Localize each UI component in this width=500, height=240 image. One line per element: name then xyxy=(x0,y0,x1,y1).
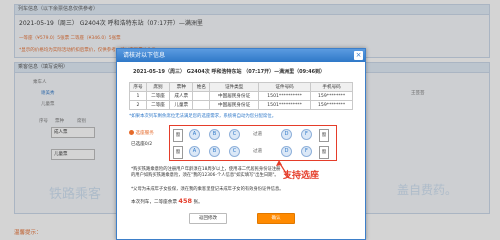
annotation-text: 支持选座 xyxy=(283,171,320,181)
ticket-count: 458 xyxy=(178,197,192,205)
table-header-row: 序号 席别 票种 姓名 证件类型 证件号码 手机号码 xyxy=(129,82,353,92)
table-cell: 159******** xyxy=(310,100,353,110)
table-cell xyxy=(192,91,211,101)
seat-select-label: 选座服务 xyxy=(129,130,154,136)
selected-count: 已选座0/2 xyxy=(131,142,153,147)
column-header: 票种 xyxy=(169,82,194,92)
table-cell: 中国居民身份证 xyxy=(209,91,259,101)
table-cell: 159******** xyxy=(310,91,353,101)
column-header: 证件号码 xyxy=(257,82,312,92)
close-icon[interactable]: × xyxy=(354,51,363,60)
table-cell: 1501********** xyxy=(257,91,312,101)
column-header: 序号 xyxy=(129,82,147,92)
ticket-remaining: 本次列车，二等座余票 458 张。 xyxy=(131,197,203,205)
table-cell: 1501********** xyxy=(257,100,312,110)
dialog-title-bar: 请核对以下信息 × xyxy=(117,49,365,62)
notice-minor: *父母为未成年子女投保，须在我的乘客里登记未成年子女的有效身份证件信息。 xyxy=(131,187,284,192)
table-cell: 二等座 xyxy=(145,100,171,110)
table-cell xyxy=(192,100,211,110)
table-cell: 中国居民身份证 xyxy=(209,100,259,110)
table-cell: 2 xyxy=(129,100,147,110)
seat-icon xyxy=(129,130,134,135)
table-cell: 1 xyxy=(129,91,147,101)
seat-hint: *如果本次列车剩余席位无法满足您的选座需求，系统将自动为您分配席位。 xyxy=(129,114,277,119)
column-header: 席别 xyxy=(145,82,171,92)
back-edit-button[interactable]: 返回修改 xyxy=(189,213,227,224)
dialog-train-info: 2021-05-19（周三） G2404次 呼和浩特东站 （07:17开）—满洲… xyxy=(133,69,326,75)
table-cell: 成人票 xyxy=(169,91,194,101)
table-cell: 儿童票 xyxy=(169,100,194,110)
passenger-table: 序号 席别 票种 姓名 证件类型 证件号码 手机号码 1 二等座 成人票 中国居… xyxy=(129,82,353,110)
table-row: 2 二等座 儿童票 中国居民身份证 1501********** 159****… xyxy=(129,100,353,110)
notice-insurance: *购买铁路乘意险的注册用户年龄须在18周岁以上，使用非二代居民身份证注册的用户如… xyxy=(131,167,281,178)
confirm-dialog: 请核对以下信息 × 2021-05-19（周三） G2404次 呼和浩特东站 （… xyxy=(116,48,366,240)
column-header: 证件类型 xyxy=(209,82,259,92)
column-header: 手机号码 xyxy=(310,82,353,92)
dialog-title: 请核对以下信息 xyxy=(123,52,166,59)
table-row: 1 二等座 成人票 中国居民身份证 1501********** 159****… xyxy=(129,91,353,101)
column-header: 姓名 xyxy=(192,82,211,92)
table-cell: 二等座 xyxy=(145,91,171,101)
annotation-box xyxy=(169,125,337,161)
confirm-button[interactable]: 确认 xyxy=(257,213,295,224)
